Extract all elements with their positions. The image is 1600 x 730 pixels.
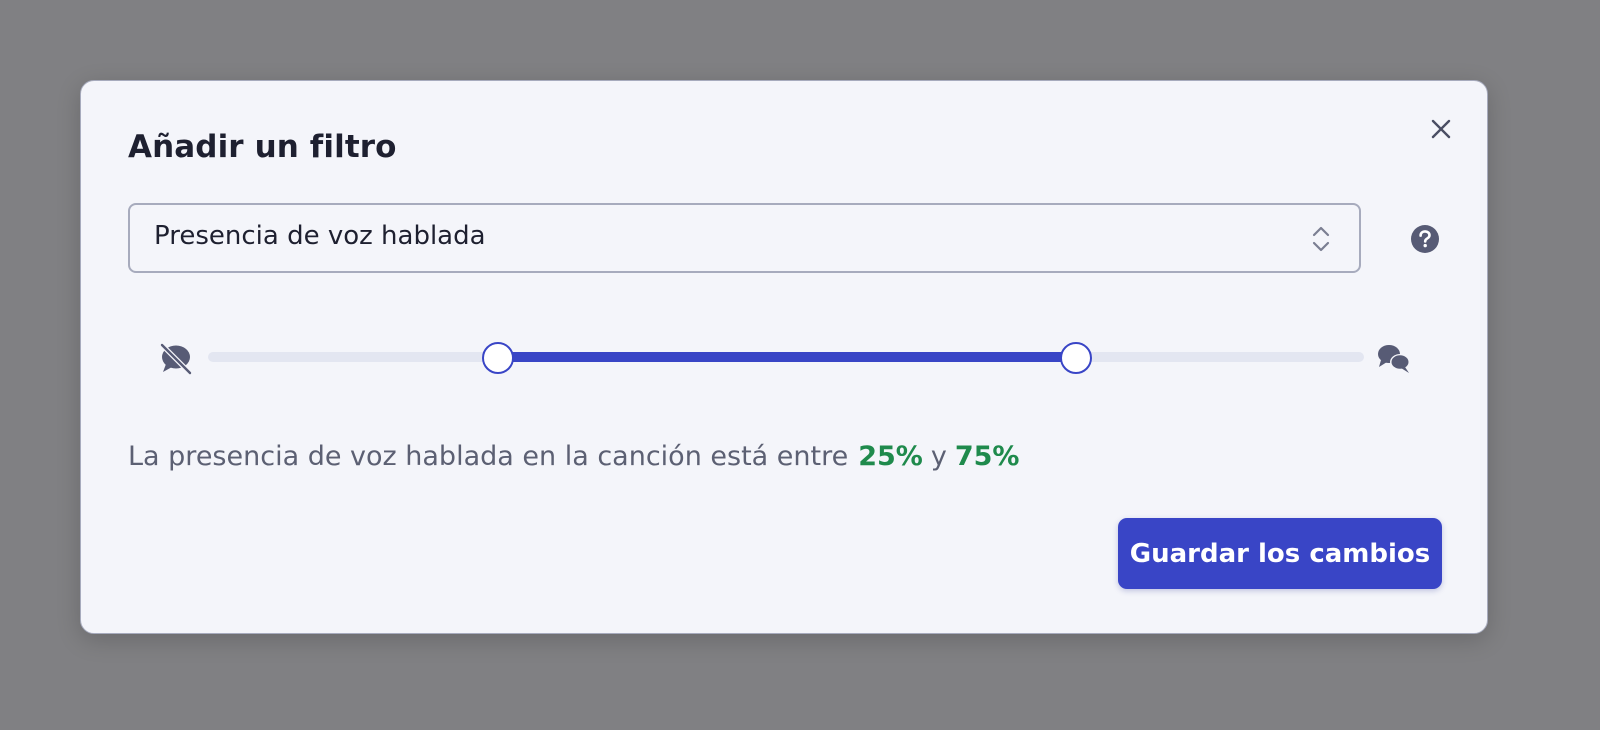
speechiness-range-slider: [128, 335, 1418, 385]
filter-summary-text: La presencia de voz hablada en la canció…: [128, 441, 1019, 472]
slider-selected-range: [497, 352, 1075, 362]
summary-low-value: 25%: [858, 441, 923, 472]
slider-min-handle[interactable]: [482, 342, 514, 374]
add-filter-modal: Añadir un filtro Presencia de voz hablad…: [80, 80, 1488, 634]
save-changes-button[interactable]: Guardar los cambios: [1118, 518, 1442, 589]
speech-bubbles-icon: [1378, 345, 1410, 373]
question-circle-icon[interactable]: [1410, 224, 1440, 254]
filter-type-value: Presencia de voz hablada: [154, 221, 486, 251]
summary-high-value: 75%: [954, 441, 1020, 472]
slider-max-handle[interactable]: [1060, 342, 1092, 374]
close-icon: [1431, 119, 1451, 139]
slider-track[interactable]: [208, 342, 1364, 374]
speech-off-icon: [159, 342, 193, 376]
filter-type-select[interactable]: Presencia de voz hablada: [128, 203, 1361, 273]
close-button[interactable]: [1425, 113, 1457, 145]
up-down-chevron-icon: [1312, 226, 1330, 252]
modal-title: Añadir un filtro: [128, 129, 397, 165]
summary-lead: La presencia de voz hablada en la canció…: [128, 441, 849, 472]
summary-conjunction: y: [930, 441, 947, 472]
